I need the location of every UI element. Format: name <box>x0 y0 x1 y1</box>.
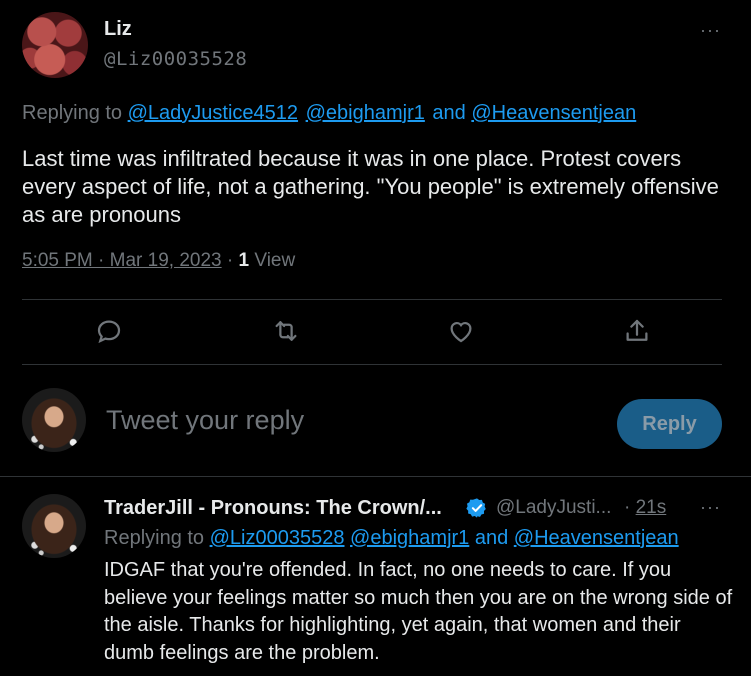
time-separator: · <box>624 497 631 518</box>
replying-prefix: Replying to <box>22 102 123 124</box>
mention-link[interactable]: @LadyJustice4512 <box>128 102 298 124</box>
share-icon[interactable] <box>622 316 652 346</box>
view-label: View <box>254 250 296 271</box>
author-name[interactable]: TraderJill - Pronouns: The Crown/... <box>104 497 442 520</box>
mention-link[interactable]: @Heavensentjean <box>471 102 636 124</box>
replying-to-line: Replying to @Liz00035528 @ebighamjr1 and… <box>104 527 679 550</box>
author-handle[interactable]: @LadyJusti... <box>496 497 611 519</box>
tweet-text: Last time was infiltrated because it was… <box>22 146 719 227</box>
mention-link[interactable]: @Liz00035528 <box>210 527 345 549</box>
divider <box>22 299 722 300</box>
reply-input[interactable]: Tweet your reply <box>106 405 304 436</box>
replying-and: and <box>474 527 509 549</box>
divider <box>22 364 722 365</box>
author-name[interactable]: Liz <box>104 18 132 41</box>
divider <box>0 476 751 477</box>
replying-and: and <box>432 102 466 124</box>
tweet-timestamp[interactable]: 5:05 PM · Mar 19, 2023 <box>22 250 222 271</box>
mention-link[interactable]: @ebighamjr1 <box>306 102 425 124</box>
like-icon[interactable] <box>446 316 476 346</box>
more-options-icon[interactable]: ··· <box>700 497 721 518</box>
tweet-meta: 5:05 PM · Mar 19, 2023 · 1 View <box>22 250 295 272</box>
reply-button[interactable]: Reply <box>617 399 722 449</box>
tweet-timestamp[interactable]: 21s <box>636 497 667 518</box>
tweet-text: IDGAF that you're offended. In fact, no … <box>104 559 733 664</box>
author-handle[interactable]: @Liz00035528 <box>104 48 247 70</box>
verified-badge-icon <box>466 498 486 518</box>
tweet-time: · 21s <box>624 497 666 519</box>
meta-separator: · <box>226 250 234 271</box>
retweet-icon[interactable] <box>271 316 301 346</box>
avatar[interactable] <box>22 494 86 558</box>
current-user-avatar <box>22 388 86 452</box>
reply-icon[interactable] <box>94 316 124 346</box>
avatar[interactable] <box>22 12 88 78</box>
view-count: 1 <box>238 250 250 271</box>
replying-prefix: Replying to <box>104 527 205 549</box>
mention-link[interactable]: @ebighamjr1 <box>350 527 469 549</box>
mention-link[interactable]: @Heavensentjean <box>514 527 679 549</box>
replying-to-line: Replying to @LadyJustice4512 @ebighamjr1… <box>22 102 638 125</box>
more-options-icon[interactable]: ··· <box>700 20 721 41</box>
